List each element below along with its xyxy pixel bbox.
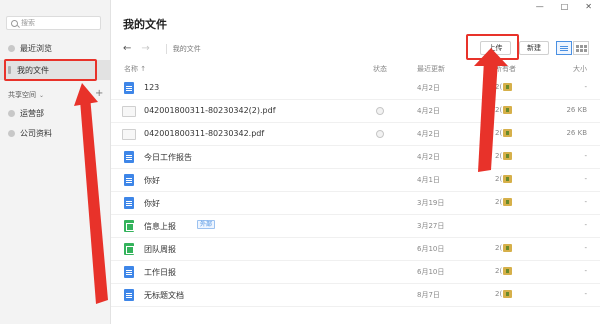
annotation-arrows xyxy=(74,48,508,304)
up-arrow-right xyxy=(478,60,498,172)
arrowhead-right xyxy=(474,48,508,66)
arrowhead-left xyxy=(74,83,98,106)
up-arrow-left xyxy=(80,96,108,304)
